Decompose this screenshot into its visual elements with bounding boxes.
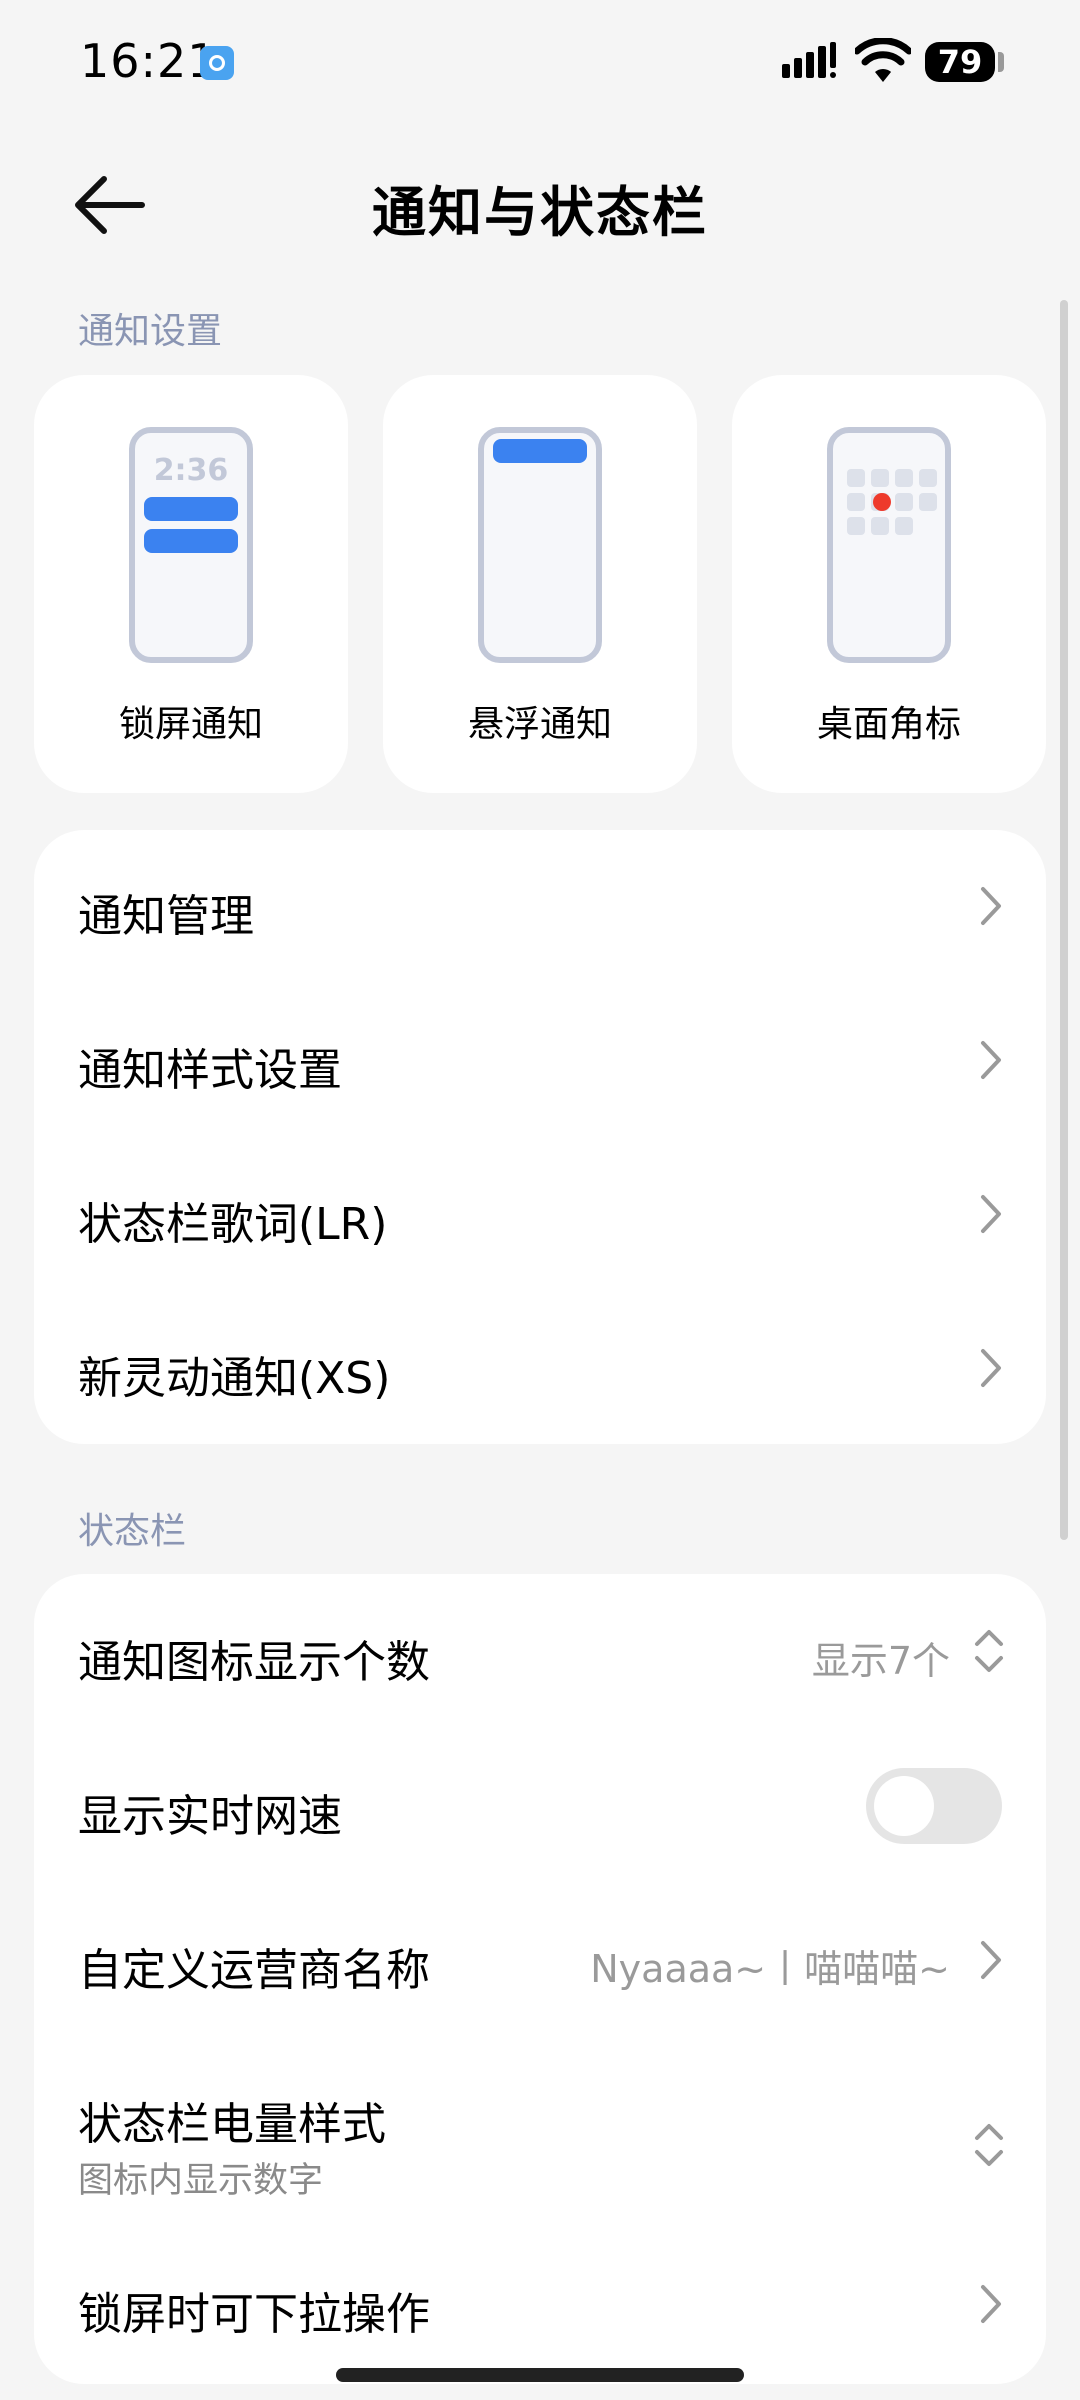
chevron-right-icon	[981, 1195, 1001, 1233]
row-realtime-network-speed[interactable]: 显示实时网速	[34, 1728, 1046, 1882]
chevron-right-icon	[981, 2285, 1001, 2323]
signal-icon	[782, 42, 836, 78]
row-title: 锁屏时可下拉操作	[78, 2289, 430, 2340]
tile-floating-notification[interactable]: 悬浮通知	[383, 375, 697, 793]
up-down-selector-icon	[975, 1630, 1003, 1672]
lockscreen-notification-icon: 2:36	[129, 427, 253, 663]
desktop-badge-icon	[827, 427, 951, 663]
notification-bar	[144, 497, 238, 521]
badge-dot	[873, 493, 891, 511]
row-notification-style[interactable]: 通知样式设置	[34, 984, 1046, 1138]
row-battery-style[interactable]: 状态栏电量样式 图标内显示数字	[34, 2036, 1046, 2226]
row-custom-carrier-name[interactable]: 自定义运营商名称 Nyaaaa~丨喵喵喵~	[34, 1882, 1046, 2036]
tile-label: 悬浮通知	[467, 704, 612, 745]
toggle-knob	[874, 1776, 934, 1836]
scrollbar[interactable]	[1060, 300, 1068, 1540]
lockscreen-preview-time: 2:36	[153, 453, 229, 488]
row-title: 状态栏歌词(LR)	[78, 1199, 388, 1250]
wifi-icon	[855, 38, 911, 82]
row-title: 状态栏电量样式	[78, 2099, 386, 2150]
notification-settings-card: 通知管理 通知样式设置 状态栏歌词(LR) 新灵动通知(XS)	[34, 830, 1046, 1444]
row-title: 显示实时网速	[78, 1791, 342, 1842]
row-dynamic-notification[interactable]: 新灵动通知(XS)	[34, 1292, 1046, 1446]
row-title: 自定义运营商名称	[78, 1945, 430, 1996]
status-bar-settings-card: 通知图标显示个数 显示7个 显示实时网速 自定义运营商名称 Nyaaaa~丨喵喵…	[34, 1574, 1046, 2384]
row-title: 新灵动通知(XS)	[78, 1353, 391, 1404]
chevron-right-icon	[981, 1041, 1001, 1079]
home-indicator[interactable]	[336, 2368, 744, 2382]
app-notification-icon	[200, 46, 234, 80]
network-speed-toggle[interactable]	[866, 1768, 1002, 1844]
section-label-status-bar: 状态栏	[78, 1511, 187, 1552]
up-down-selector-icon	[975, 2124, 1003, 2166]
row-value: Nyaaaa~丨喵喵喵~	[590, 1947, 950, 1991]
status-bar: 16:21 79	[0, 0, 1080, 130]
row-statusbar-lyrics[interactable]: 状态栏歌词(LR)	[34, 1138, 1046, 1292]
page-title: 通知与状态栏	[372, 181, 708, 244]
app-grid	[847, 469, 937, 535]
notification-bar	[493, 439, 587, 463]
row-title: 通知图标显示个数	[78, 1637, 430, 1688]
tile-label: 锁屏通知	[118, 704, 263, 745]
row-title: 通知管理	[78, 891, 254, 942]
floating-notification-icon	[478, 427, 602, 663]
chevron-right-icon	[981, 1941, 1001, 1979]
row-subtitle: 图标内显示数字	[78, 2161, 324, 2201]
status-time: 16:21	[80, 34, 218, 88]
battery-cap	[998, 52, 1004, 72]
tile-lockscreen-notification[interactable]: 2:36 锁屏通知	[34, 375, 348, 793]
tile-label: 桌面角标	[816, 704, 961, 745]
chevron-right-icon	[981, 887, 1001, 925]
row-title: 通知样式设置	[78, 1045, 342, 1096]
tile-desktop-badge[interactable]: 桌面角标	[732, 375, 1046, 793]
battery-icon: 79	[925, 42, 995, 82]
notification-bar	[144, 529, 238, 553]
row-notification-management[interactable]: 通知管理	[34, 830, 1046, 984]
row-lockscreen-pulldown[interactable]: 锁屏时可下拉操作	[34, 2226, 1046, 2380]
section-label-notification-settings: 通知设置	[78, 311, 223, 352]
row-value: 显示7个	[811, 1639, 950, 1683]
row-notification-icon-count[interactable]: 通知图标显示个数 显示7个	[34, 1574, 1046, 1728]
chevron-right-icon	[981, 1349, 1001, 1387]
